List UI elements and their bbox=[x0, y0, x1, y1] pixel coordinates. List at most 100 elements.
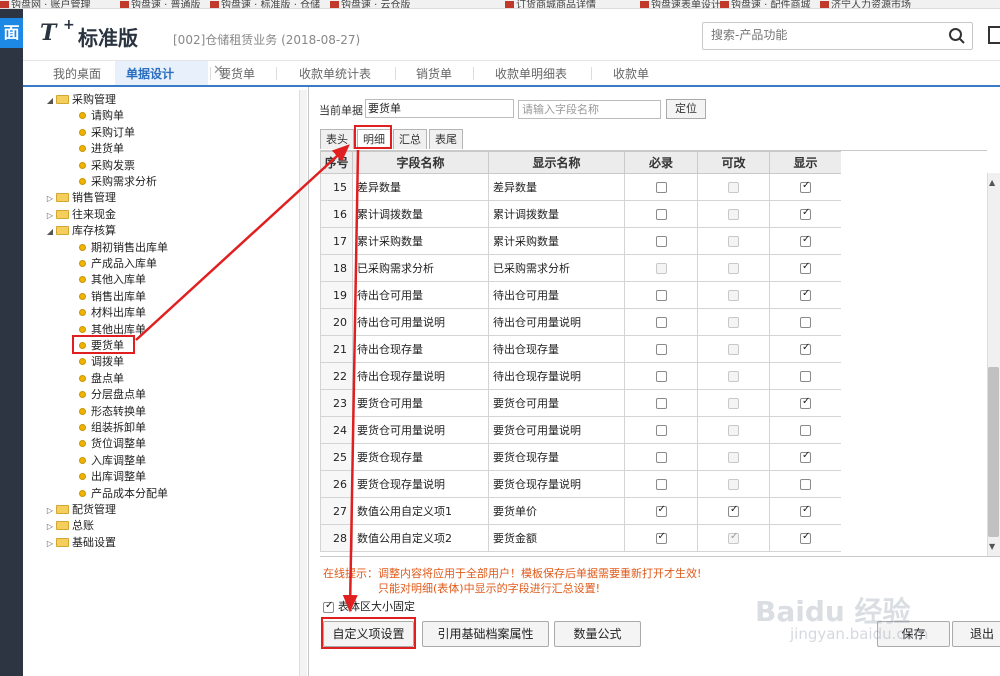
current-doc-field[interactable]: 要货单 bbox=[365, 99, 514, 118]
tree-leaf[interactable]: 采购需求分析 bbox=[79, 174, 157, 190]
tree-leaf[interactable]: 进货单 bbox=[79, 141, 124, 157]
tree-scrollbar[interactable] bbox=[299, 90, 307, 676]
collapsed-arrow-icon[interactable]: ▷ bbox=[45, 191, 55, 207]
qty-formula-button[interactable]: 数量公式 bbox=[554, 621, 641, 647]
tree-leaf[interactable]: 产品成本分配单 bbox=[79, 486, 168, 502]
bookmark-item[interactable]: 钩盘网 · 账户管理 bbox=[0, 0, 91, 8]
search-icon[interactable] bbox=[948, 27, 966, 45]
show-checkbox[interactable] bbox=[800, 180, 811, 193]
table-row[interactable]: 17 累计采购数量 累计采购数量 bbox=[320, 227, 841, 255]
required-checkbox[interactable] bbox=[655, 182, 667, 193]
subtab-footer[interactable]: 表尾 bbox=[429, 129, 463, 149]
table-row[interactable]: 26 要货仓现存量说明 要货仓现存量说明 bbox=[320, 470, 841, 498]
display-name-cell[interactable]: 累计采购数量 bbox=[488, 227, 625, 255]
tree-leaf[interactable]: 采购发票 bbox=[79, 158, 135, 174]
bookmark-item[interactable]: 钩盘速 · 标准版 · 仓储 bbox=[210, 0, 320, 8]
bookmark-item[interactable]: 钩盘速 · 配件商城 bbox=[720, 0, 811, 8]
required-checkbox[interactable] bbox=[655, 209, 667, 220]
tree-folder[interactable]: ▷ 销售管理 bbox=[45, 190, 116, 206]
rail-logo[interactable]: 面 bbox=[0, 18, 23, 48]
bookmark-item[interactable]: 钩盘速 · 云仓版 bbox=[330, 0, 411, 8]
collapsed-arrow-icon[interactable]: ▷ bbox=[45, 208, 55, 224]
table-row[interactable]: 24 要货仓可用量说明 要货仓可用量说明 bbox=[320, 416, 841, 444]
display-name-cell[interactable]: 待出仓可用量说明 bbox=[488, 308, 625, 336]
tab-requisition[interactable]: 要货单 bbox=[219, 65, 255, 82]
table-row[interactable]: 27 数值公用自定义项1 要货单价 bbox=[320, 497, 841, 525]
tree-folder[interactable]: ◢ 库存核算 bbox=[45, 223, 116, 239]
required-checkbox[interactable] bbox=[655, 290, 667, 301]
table-row[interactable]: 18 已采购需求分析 已采购需求分析 bbox=[320, 254, 841, 282]
tab-receipt[interactable]: 收款单 bbox=[613, 65, 649, 82]
scroll-thumb[interactable] bbox=[988, 367, 999, 537]
subtab-summary[interactable]: 汇总 bbox=[393, 129, 427, 149]
window-icon[interactable] bbox=[988, 26, 1000, 44]
tree-leaf[interactable]: 其他入库单 bbox=[79, 272, 146, 288]
show-checkbox[interactable] bbox=[800, 450, 811, 463]
collapsed-arrow-icon[interactable]: ▷ bbox=[45, 519, 55, 535]
required-checkbox[interactable] bbox=[655, 531, 667, 544]
display-name-cell[interactable]: 要货单价 bbox=[488, 497, 625, 525]
tree-leaf[interactable]: 盘点单 bbox=[79, 371, 124, 387]
required-checkbox[interactable] bbox=[655, 479, 667, 490]
tree-leaf[interactable]: 请购单 bbox=[79, 108, 124, 124]
display-name-cell[interactable]: 要货仓现存量 bbox=[488, 443, 625, 471]
tree-leaf[interactable]: 形态转换单 bbox=[79, 404, 146, 420]
tree-leaf[interactable]: 材料出库单 bbox=[79, 305, 146, 321]
table-row[interactable]: 19 待出仓可用量 待出仓可用量 bbox=[320, 281, 841, 309]
bookmark-item[interactable]: 济宁人力资源市场 bbox=[820, 0, 911, 8]
fixed-size-checkbox[interactable] bbox=[323, 600, 334, 613]
required-checkbox[interactable] bbox=[655, 317, 667, 328]
show-checkbox[interactable] bbox=[800, 504, 811, 517]
table-row[interactable]: 15 差异数量 差异数量 bbox=[320, 173, 841, 201]
tree-leaf[interactable]: 入库调整单 bbox=[79, 453, 146, 469]
search-box[interactable] bbox=[702, 22, 973, 50]
tree-folder[interactable]: ▷ 配货管理 bbox=[45, 502, 116, 518]
table-row[interactable]: 21 待出仓现存量 待出仓现存量 bbox=[320, 335, 841, 363]
tree-folder[interactable]: ▷ 基础设置 bbox=[45, 535, 116, 551]
display-name-cell[interactable]: 要货仓现存量说明 bbox=[488, 470, 625, 498]
tree-leaf[interactable]: 出库调整单 bbox=[79, 469, 146, 485]
required-checkbox[interactable] bbox=[655, 425, 667, 436]
display-name-cell[interactable]: 差异数量 bbox=[488, 173, 625, 201]
show-checkbox[interactable] bbox=[800, 396, 811, 409]
tree-leaf[interactable]: 分层盘点单 bbox=[79, 387, 146, 403]
collapsed-arrow-icon[interactable]: ▷ bbox=[45, 503, 55, 519]
show-checkbox[interactable] bbox=[800, 261, 811, 274]
tab-form-design[interactable]: 单据设计 bbox=[126, 65, 174, 82]
collapsed-arrow-icon[interactable]: ▷ bbox=[45, 536, 55, 552]
tree-leaf[interactable]: 销售出库单 bbox=[79, 289, 146, 305]
exit-button[interactable]: 退出 bbox=[952, 621, 1000, 647]
display-name-cell[interactable]: 已采购需求分析 bbox=[488, 254, 625, 282]
field-name-search[interactable]: 请输入字段名称 bbox=[518, 100, 661, 119]
table-row[interactable]: 22 待出仓现存量说明 待出仓现存量说明 bbox=[320, 362, 841, 390]
display-name-cell[interactable]: 要货仓可用量 bbox=[488, 389, 625, 417]
table-row[interactable]: 23 要货仓可用量 要货仓可用量 bbox=[320, 389, 841, 417]
tree-folder[interactable]: ▷ 总账 bbox=[45, 518, 94, 534]
show-checkbox[interactable] bbox=[800, 234, 811, 247]
tab-receipt-detail[interactable]: 收款单明细表 bbox=[495, 65, 567, 82]
display-name-cell[interactable]: 待出仓现存量 bbox=[488, 335, 625, 363]
tree-leaf[interactable]: 调拨单 bbox=[79, 354, 124, 370]
tree-leaf[interactable]: 产成品入库单 bbox=[79, 256, 157, 272]
display-name-cell[interactable]: 要货仓可用量说明 bbox=[488, 416, 625, 444]
scroll-down-icon[interactable]: ▼ bbox=[989, 542, 995, 551]
expanded-arrow-icon[interactable]: ◢ bbox=[45, 224, 55, 240]
show-checkbox[interactable] bbox=[800, 342, 811, 355]
tree-leaf[interactable]: 采购订单 bbox=[79, 125, 135, 141]
ref-archive-button[interactable]: 引用基础档案属性 bbox=[422, 621, 549, 647]
tab-receipt-stats[interactable]: 收款单统计表 bbox=[299, 65, 371, 82]
required-checkbox[interactable] bbox=[655, 398, 667, 409]
tree-leaf[interactable]: 货位调整单 bbox=[79, 436, 146, 452]
show-checkbox[interactable] bbox=[800, 207, 811, 220]
tab-sales[interactable]: 销货单 bbox=[416, 65, 452, 82]
table-row[interactable]: 28 数值公用自定义项2 要货金额 bbox=[320, 524, 841, 552]
bookmark-item[interactable]: 订货商城商品详情 bbox=[505, 0, 596, 8]
display-name-cell[interactable]: 要货金额 bbox=[488, 524, 625, 552]
required-checkbox[interactable] bbox=[655, 452, 667, 463]
tree-leaf[interactable]: 组装拆卸单 bbox=[79, 420, 146, 436]
display-name-cell[interactable]: 待出仓可用量 bbox=[488, 281, 625, 309]
tab-desktop[interactable]: 我的桌面 bbox=[53, 65, 101, 82]
bookmark-item[interactable]: 钩盘速 · 普通版 bbox=[120, 0, 201, 8]
show-checkbox[interactable] bbox=[800, 425, 811, 436]
tree-leaf[interactable]: 期初销售出库单 bbox=[79, 240, 168, 256]
